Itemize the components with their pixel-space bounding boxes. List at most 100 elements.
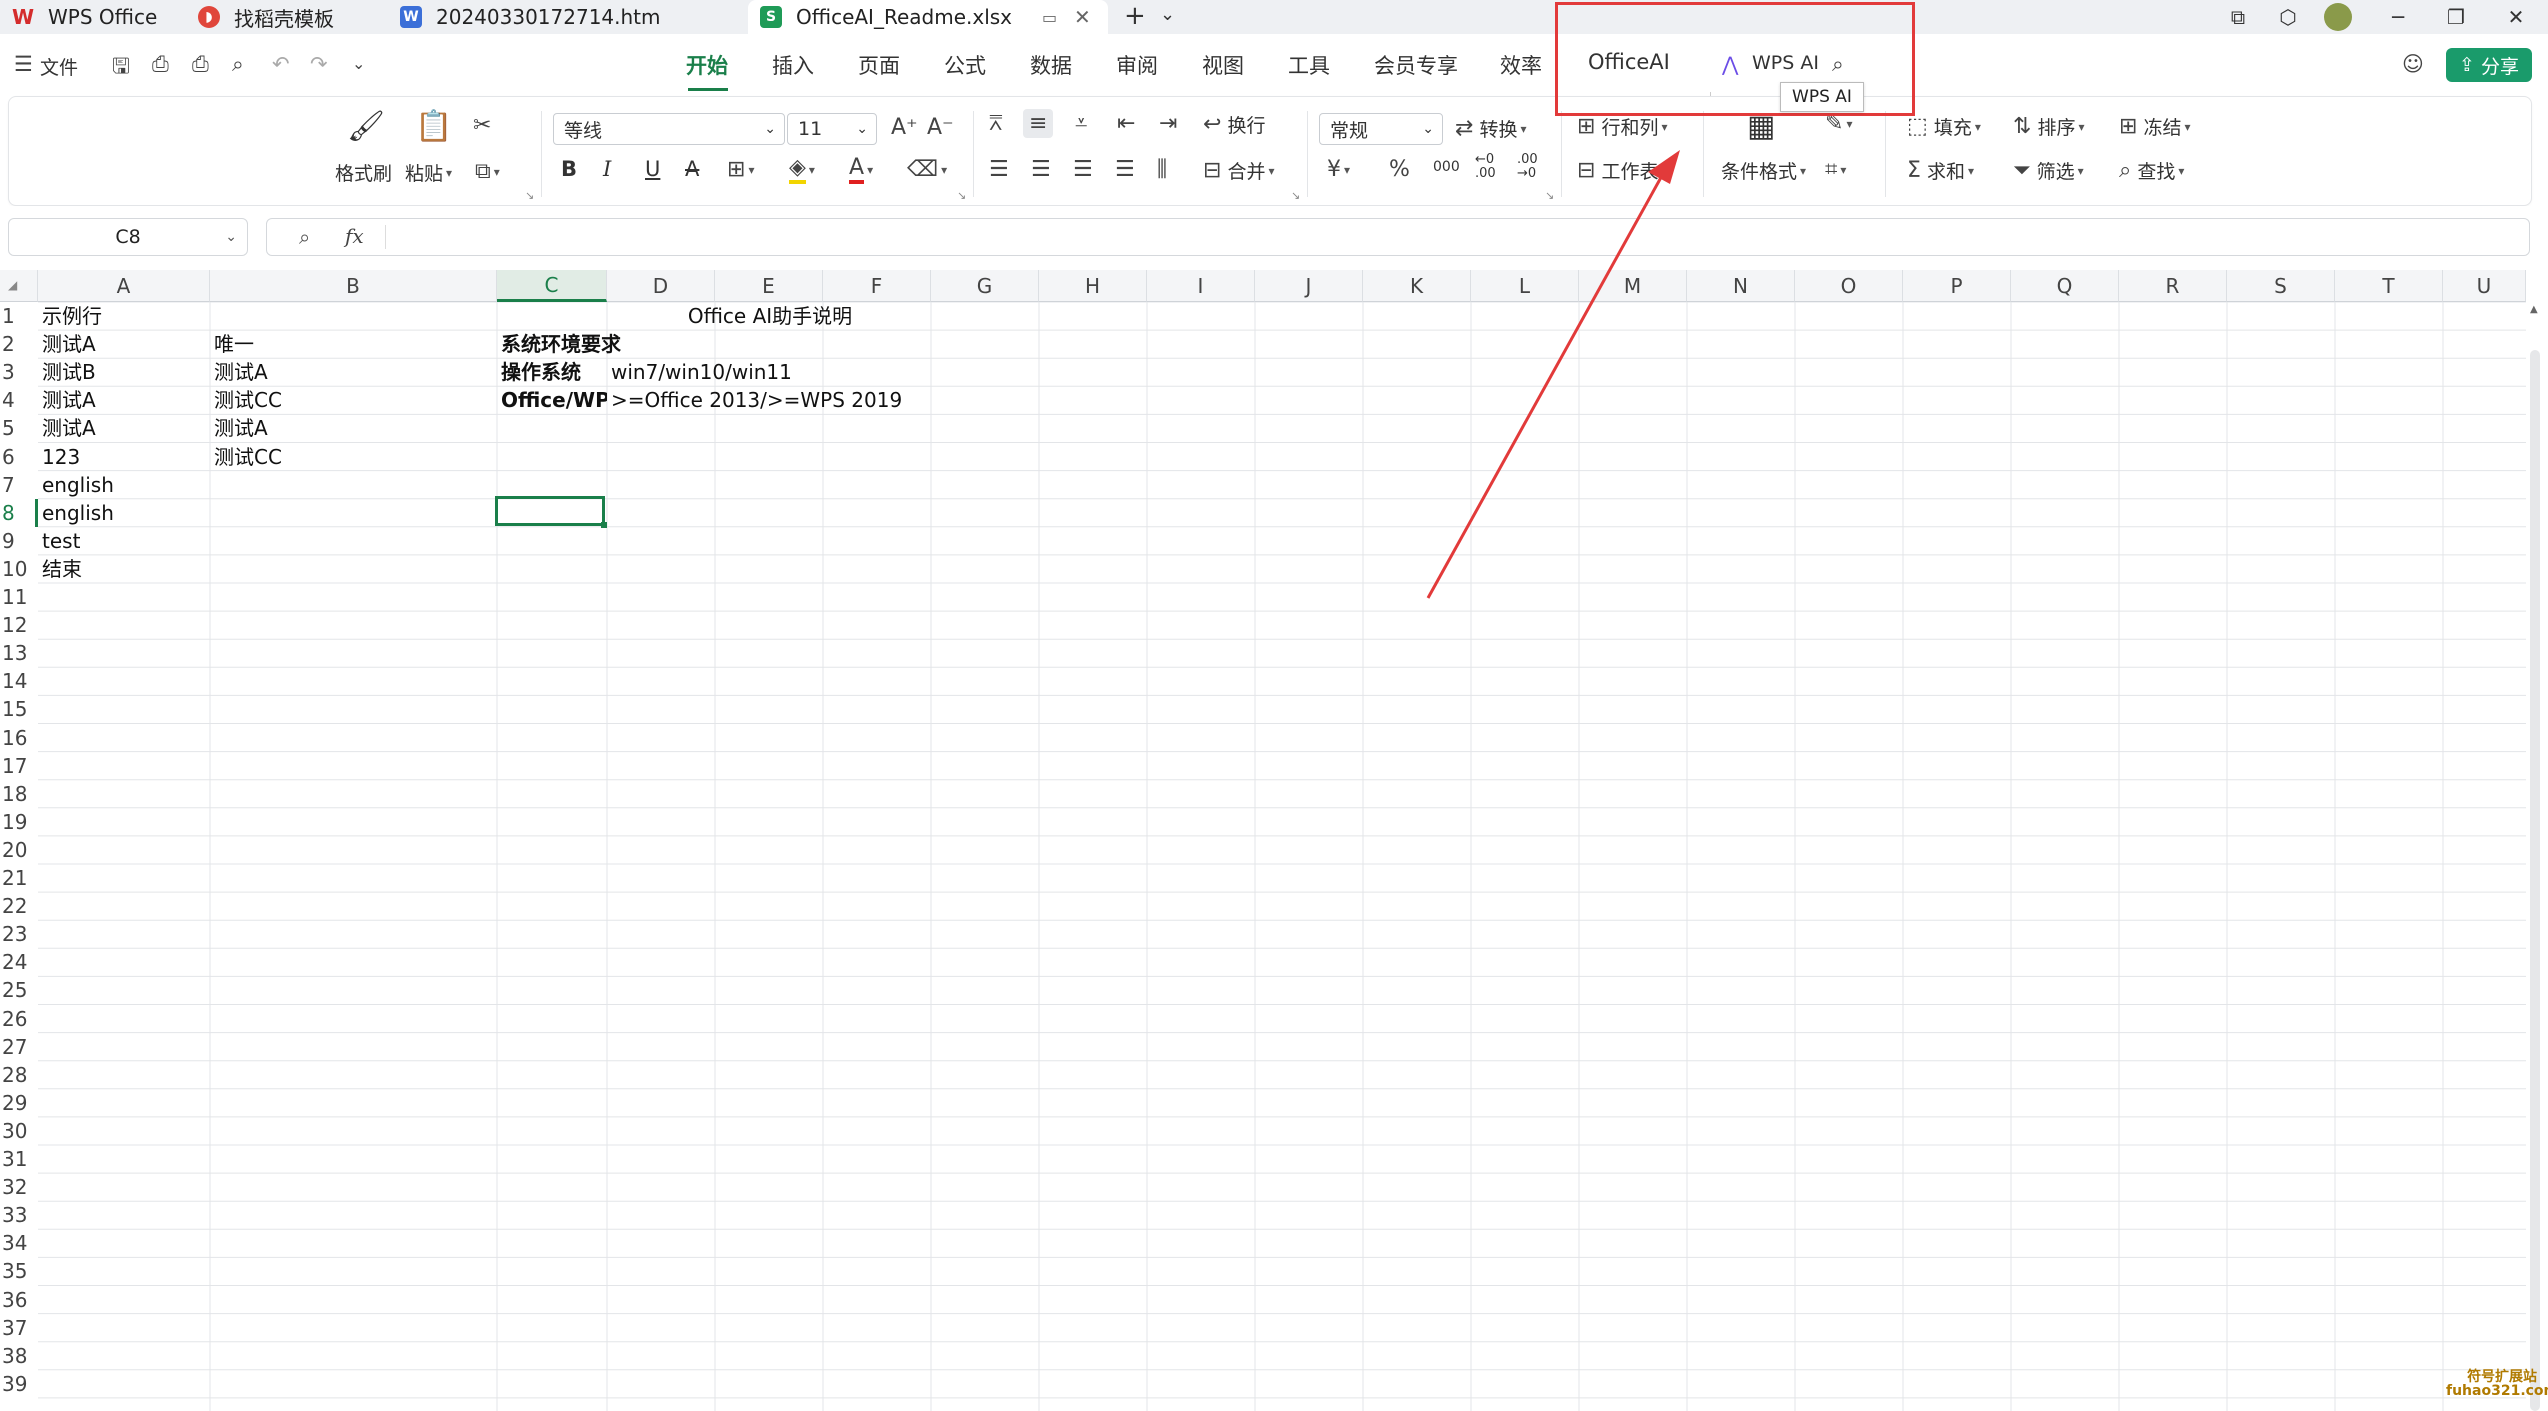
row-header-34[interactable]: 34 <box>0 1229 38 1257</box>
cube-icon[interactable]: ⬡ <box>2268 0 2308 34</box>
column-header-n[interactable]: N <box>1687 270 1795 302</box>
spreadsheet-grid[interactable] <box>0 270 2548 1411</box>
clear-format-icon[interactable]: ⌫ ▾ <box>907 157 947 182</box>
table-format-icon[interactable]: ⌗ ▾ <box>1825 157 1846 182</box>
row-header-27[interactable]: 27 <box>0 1033 38 1061</box>
cell-a1[interactable]: 示例行 <box>38 302 102 330</box>
row-header-33[interactable]: 33 <box>0 1201 38 1229</box>
cell-a6[interactable]: 123 <box>38 443 80 471</box>
row-header-32[interactable]: 32 <box>0 1173 38 1201</box>
column-header-f[interactable]: F <box>823 270 931 302</box>
decrease-decimal-button[interactable]: .00 →0 <box>1517 153 1538 181</box>
align-top-icon[interactable]: ⩞ <box>989 111 1002 136</box>
cell-c1[interactable]: Office AI助手说明 <box>367 302 1169 330</box>
select-all-corner[interactable]: ◢ <box>0 270 38 302</box>
decrease-indent-icon[interactable]: ⇤ <box>1117 111 1135 136</box>
cell-d3[interactable]: win7/win10/win11 <box>607 358 792 386</box>
column-header-h[interactable]: H <box>1039 270 1147 302</box>
row-header-22[interactable]: 22 <box>0 892 38 920</box>
column-header-o[interactable]: O <box>1795 270 1903 302</box>
row-header-10[interactable]: 10 <box>0 555 38 583</box>
formula-input[interactable]: ⌕ fx <box>266 218 2530 256</box>
tab-efficiency[interactable]: 效率 <box>1500 50 1542 80</box>
row-header-20[interactable]: 20 <box>0 836 38 864</box>
column-header-r[interactable]: R <box>2119 270 2227 302</box>
cell-d4[interactable]: >=Office 2013/>=WPS 2019 <box>607 386 902 414</box>
column-header-u[interactable]: U <box>2443 270 2526 302</box>
distribute-icon[interactable]: ⫼ <box>1157 157 1167 182</box>
filter-button[interactable]: ⏷ 筛选 ▾ <box>2013 157 2084 184</box>
tab-officeai-readme[interactable]: S OfficeAI_Readme.xlsx ▭ ✕ <box>748 0 1108 34</box>
align-center-icon[interactable]: ☰ <box>1031 157 1051 182</box>
thousands-button[interactable]: 000 <box>1433 159 1460 175</box>
cell-a4[interactable]: 测试A <box>38 386 96 414</box>
row-header-35[interactable]: 35 <box>0 1257 38 1285</box>
row-header-16[interactable]: 16 <box>0 724 38 752</box>
tab-docer-templates[interactable]: ◗ 找稻壳模板 <box>186 0 382 34</box>
row-header-9[interactable]: 9 <box>0 527 38 555</box>
bold-button[interactable]: B <box>561 157 577 181</box>
cell-c4[interactable]: Office/WPS <box>497 386 607 414</box>
row-header-7[interactable]: 7 <box>0 471 38 499</box>
number-format-select[interactable]: 常规 ⌄ <box>1319 113 1443 145</box>
export-pdf-icon[interactable]: ⎙ <box>152 52 169 77</box>
row-header-39[interactable]: 39 <box>0 1370 38 1398</box>
row-header-11[interactable]: 11 <box>0 583 38 611</box>
row-header-1[interactable]: 1 <box>0 302 38 330</box>
fill-handle[interactable] <box>601 522 607 528</box>
wrap-text-button[interactable]: ↩ 换行 <box>1203 111 1266 138</box>
row-header-3[interactable]: 3 <box>0 358 38 386</box>
increase-font-icon[interactable]: A⁺ <box>891 115 918 140</box>
row-header-29[interactable]: 29 <box>0 1089 38 1117</box>
column-header-t[interactable]: T <box>2335 270 2443 302</box>
row-header-23[interactable]: 23 <box>0 920 38 948</box>
alignment-launcher-icon[interactable]: ↘ <box>1291 189 1300 202</box>
borders-icon[interactable]: ⊞ ▾ <box>727 157 754 182</box>
clipboard-launcher-icon[interactable]: ↘ <box>525 189 534 202</box>
decrease-font-icon[interactable]: A⁻ <box>927 115 954 140</box>
row-header-19[interactable]: 19 <box>0 808 38 836</box>
monitor-icon[interactable]: ▭ <box>1042 8 1057 27</box>
row-header-36[interactable]: 36 <box>0 1286 38 1314</box>
row-header-26[interactable]: 26 <box>0 1005 38 1033</box>
paste-icon[interactable]: 📋 <box>415 109 452 144</box>
tab-member[interactable]: 会员专享 <box>1374 50 1458 80</box>
row-header-31[interactable]: 31 <box>0 1145 38 1173</box>
chat-icon[interactable]: ☺ <box>2402 52 2424 76</box>
quick-access-chevron-icon[interactable]: ⌄ <box>352 54 365 73</box>
sort-button[interactable]: ⇅ 排序 ▾ <box>2013 113 2085 140</box>
undo-icon[interactable]: ↶ <box>272 52 290 76</box>
scrollbar-thumb[interactable] <box>2530 350 2540 1411</box>
rows-cols-button[interactable]: ⊞ 行和列 ▾ <box>1577 113 1668 140</box>
italic-button[interactable]: I <box>603 157 611 181</box>
avatar[interactable] <box>2318 0 2358 34</box>
column-header-q[interactable]: Q <box>2011 270 2119 302</box>
row-header-4[interactable]: 4 <box>0 386 38 414</box>
share-button[interactable]: ⇪ 分享 <box>2446 48 2532 82</box>
tab-formula[interactable]: 公式 <box>944 50 986 80</box>
print-icon[interactable]: ⎙ <box>192 52 209 77</box>
column-header-g[interactable]: G <box>931 270 1039 302</box>
row-header-21[interactable]: 21 <box>0 864 38 892</box>
row-header-15[interactable]: 15 <box>0 695 38 723</box>
row-header-25[interactable]: 25 <box>0 976 38 1004</box>
row-header-2[interactable]: 2 <box>0 330 38 358</box>
minimize-icon[interactable]: ─ <box>2378 0 2418 34</box>
tab-htm-document[interactable]: W 20240330172714.htm <box>388 0 738 34</box>
font-color-icon[interactable]: A ▾ <box>849 155 873 184</box>
cell-b4[interactable]: 测试CC <box>210 386 282 414</box>
close-window-icon[interactable]: ✕ <box>2496 0 2536 34</box>
number-launcher-icon[interactable]: ↘ <box>1545 189 1554 202</box>
tab-review[interactable]: 审阅 <box>1116 50 1158 80</box>
file-menu[interactable]: 文件 <box>40 53 78 80</box>
tab-page[interactable]: 页面 <box>858 50 900 80</box>
row-header-6[interactable]: 6 <box>0 443 38 471</box>
column-header-i[interactable]: I <box>1147 270 1255 302</box>
cell-a2[interactable]: 测试A <box>38 330 96 358</box>
new-tab-icon[interactable]: + <box>1124 1 1146 31</box>
scroll-up-icon[interactable]: ▲ <box>2530 304 2538 315</box>
find-button[interactable]: ⌕ 查找 ▾ <box>2119 157 2184 184</box>
increase-decimal-button[interactable]: ←0 .00 <box>1475 153 1496 181</box>
font-size-select[interactable]: 11 ⌄ <box>787 113 877 145</box>
tab-insert[interactable]: 插入 <box>772 50 814 80</box>
